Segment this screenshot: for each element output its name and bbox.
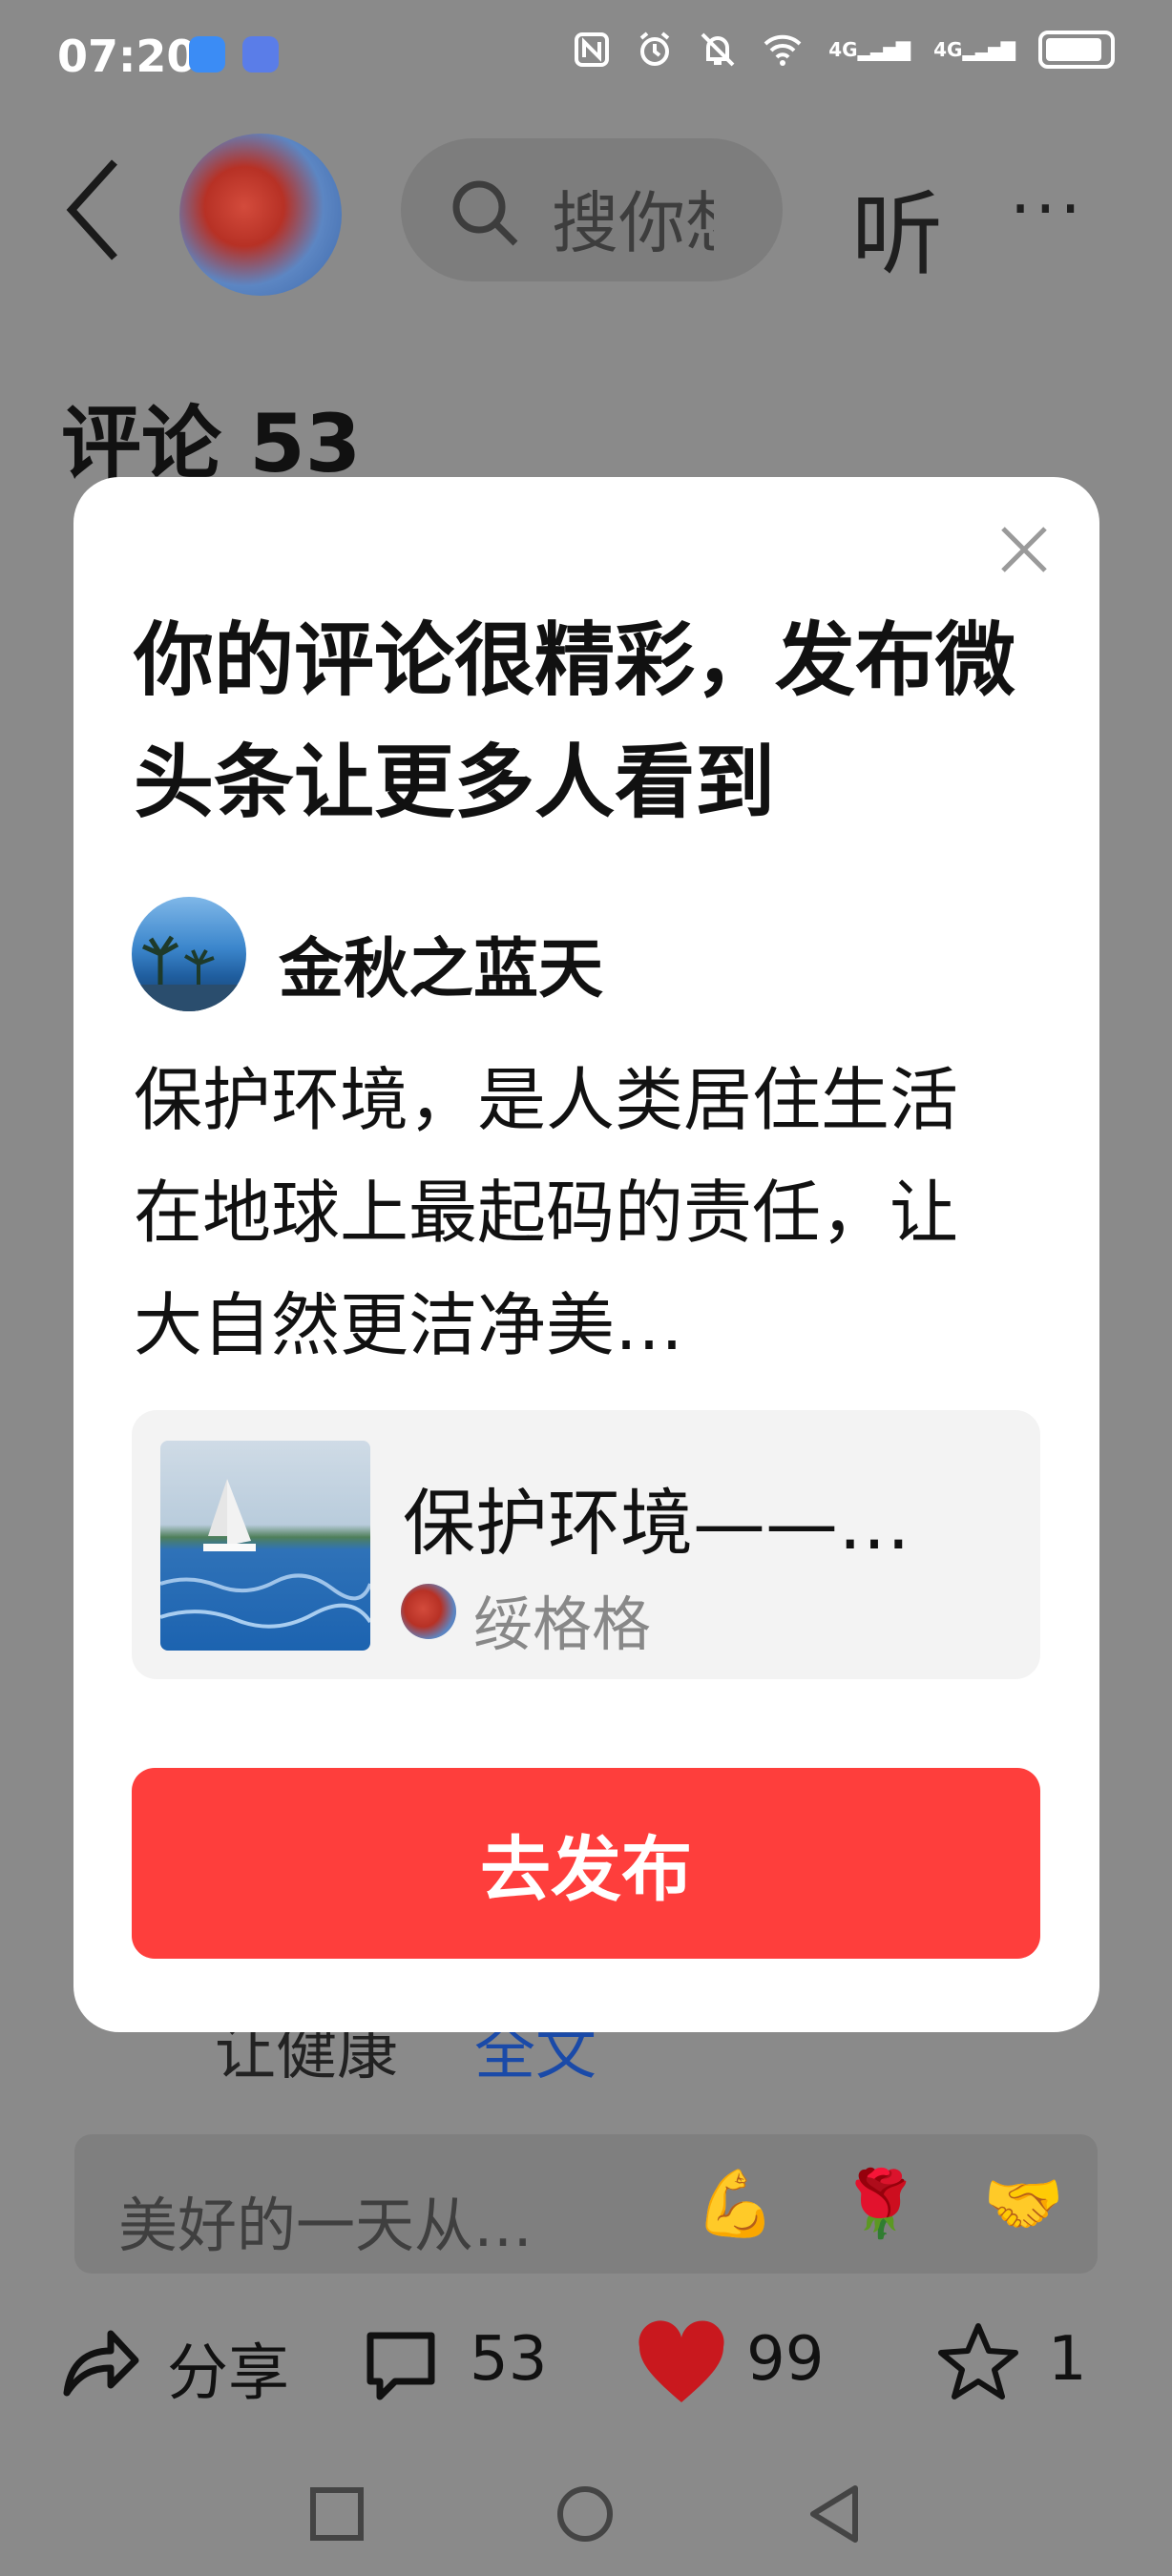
close-icon[interactable]: [995, 521, 1053, 578]
back-arrow-icon[interactable]: [57, 153, 134, 267]
muscle-emoji-button[interactable]: 💪: [695, 2166, 776, 2242]
heart-icon[interactable]: [636, 2320, 727, 2406]
share-label[interactable]: 分享: [167, 2324, 289, 2412]
favorite-count[interactable]: 1: [1048, 2324, 1087, 2395]
comment-preview-text: 保护环境，是人类居住生活在地球上最起码的责任，让大自然更洁净美…: [134, 1060, 959, 1365]
comment-icon[interactable]: [363, 2328, 439, 2404]
author-avatar[interactable]: [179, 134, 342, 296]
back-nav-icon[interactable]: [802, 2481, 869, 2547]
wifi-icon: [764, 34, 802, 66]
quoted-article-title[interactable]: 保护环境——…: [403, 1465, 910, 1569]
quoted-author-avatar: [401, 1584, 456, 1639]
like-count[interactable]: 99: [746, 2324, 824, 2395]
commenter-avatar: [132, 897, 246, 1011]
rose-emoji-button[interactable]: 🌹: [840, 2166, 921, 2242]
comment-input-placeholder[interactable]: 美好的一天从…: [118, 2177, 533, 2263]
search-icon: [452, 180, 518, 246]
alarm-icon: [639, 31, 670, 66]
quoted-author-name: 绥格格: [473, 1589, 652, 1659]
star-icon[interactable]: [935, 2320, 1021, 2402]
nfc-icon: [575, 32, 610, 67]
more-menu-button[interactable]: ···: [1010, 170, 1085, 248]
app-notification-icon: [242, 36, 279, 73]
article-thumbnail: [160, 1441, 370, 1651]
home-nav-icon[interactable]: [552, 2481, 618, 2547]
mute-icon: [701, 32, 735, 67]
publish-button[interactable]: 去发布: [132, 1768, 1040, 1959]
battery-icon: [1038, 31, 1115, 69]
signal-4g-icon: 4G▂▃▅▇: [828, 38, 910, 61]
listen-button[interactable]: 听: [851, 160, 943, 293]
recents-nav-icon[interactable]: [303, 2481, 370, 2547]
status-icons: 4G▂▃▅▇ 4G▂▃▅▇: [573, 31, 1115, 69]
search-placeholder[interactable]: 搜你想: [552, 170, 714, 266]
status-bar: 07:20 4G▂▃▅▇ 4G▂▃▅▇: [0, 0, 1172, 114]
commenter-name: 金秋之蓝天: [279, 932, 604, 1008]
status-time: 07:20: [57, 31, 198, 82]
chat-bubble-icon: [189, 36, 225, 73]
signal-4g-icon: 4G▂▃▅▇: [933, 38, 1015, 61]
dialog-title: 你的评论很精彩，发布微头条让更多人看到: [134, 613, 1016, 829]
handshake-emoji-button[interactable]: 🤝: [983, 2166, 1064, 2242]
comment-count[interactable]: 53: [470, 2324, 547, 2395]
share-icon[interactable]: [59, 2324, 141, 2400]
